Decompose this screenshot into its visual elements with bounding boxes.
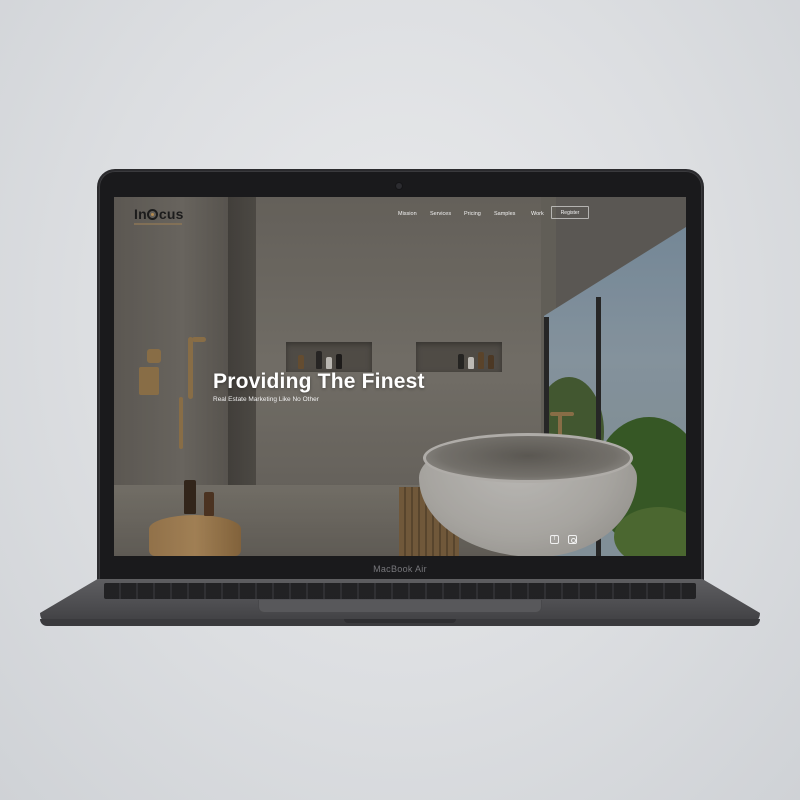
hero-title: Providing The Finest	[213, 370, 425, 393]
lid-open-notch	[344, 619, 456, 623]
keyboard	[104, 583, 696, 599]
nav-samples[interactable]: Samples	[494, 211, 515, 217]
nav-mission[interactable]: Mission	[398, 211, 417, 217]
logo-tagline-mark	[134, 223, 182, 225]
facebook-icon[interactable]: f	[550, 535, 559, 544]
logo-text-suffix: cus	[158, 206, 184, 222]
logo-text-prefix: In	[134, 206, 147, 222]
nav-services[interactable]: Services	[430, 211, 451, 217]
instagram-icon[interactable]	[568, 535, 577, 544]
nav-pricing[interactable]: Pricing	[464, 211, 481, 217]
hero-subtitle: Real Estate Marketing Like No Other	[213, 396, 319, 403]
device-model-label: MacBook Air	[373, 564, 427, 574]
infocus-logo[interactable]: In cus	[134, 206, 184, 222]
logo-eye-icon	[147, 209, 159, 220]
nav-work[interactable]: Work	[531, 211, 544, 217]
webcam	[396, 183, 402, 189]
trackpad	[258, 600, 542, 613]
register-button[interactable]: Register	[551, 206, 589, 219]
